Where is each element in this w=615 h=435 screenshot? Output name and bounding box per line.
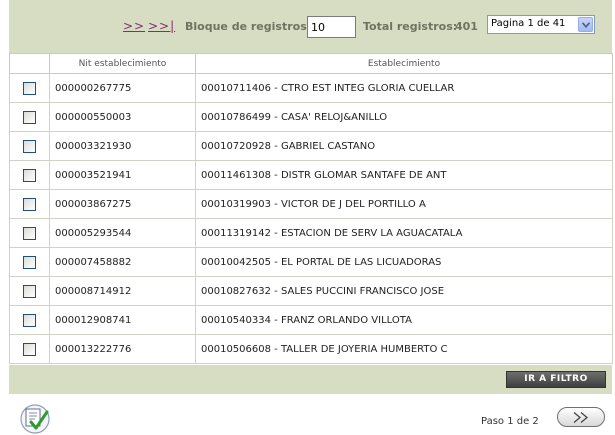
chevron-down-icon[interactable] [578, 17, 593, 32]
table-row: 000003521941 00011461308 - DISTR GLOMAR … [9, 160, 613, 190]
step-indicator: Paso 1 de 2 [481, 416, 539, 427]
row-select-cell [9, 218, 50, 248]
establishment-cell: 00010711406 - CTRO EST INTEG GLORIA CUEL… [195, 73, 613, 103]
row-select-cell [9, 102, 50, 132]
nit-cell: 000008714912 [49, 276, 196, 306]
row-checkbox[interactable] [23, 255, 36, 269]
row-checkbox[interactable] [23, 226, 36, 240]
establishment-cell: 00010720928 - GABRIEL CASTANO [195, 131, 613, 161]
row-checkbox[interactable] [23, 197, 36, 211]
total-records-value: 401 [455, 20, 478, 33]
page-select-value: Pagina 1 de 41 [491, 18, 566, 29]
row-checkbox[interactable] [23, 168, 36, 182]
row-checkbox[interactable] [23, 110, 36, 124]
nit-cell: 000000267775 [49, 73, 196, 103]
table-footer-bar: IR A FILTRO [9, 365, 612, 394]
table-row: 000005293544 00011319142 - ESTACION DE S… [9, 218, 613, 248]
row-select-cell [9, 305, 50, 335]
next-step-button[interactable] [557, 407, 605, 427]
nit-cell: 000013222776 [49, 334, 196, 364]
nit-cell: 000012908741 [49, 305, 196, 335]
row-checkbox[interactable] [23, 284, 36, 298]
establishment-cell: 00010786499 - CASA' RELOJ&ANILLO [195, 102, 613, 132]
checklist-icon[interactable] [19, 403, 51, 434]
row-select-cell [9, 73, 50, 103]
table-row: 000000267775 00010711406 - CTRO EST INTE… [9, 73, 613, 103]
nit-cell: 000000550003 [49, 102, 196, 132]
table-row: 000012908741 00010540334 - FRANZ ORLANDO… [9, 305, 613, 335]
nit-cell: 000003321930 [49, 131, 196, 161]
establishment-cell: 00011461308 - DISTR GLOMAR SANTAFE DE AN… [195, 160, 613, 190]
last-page-link[interactable]: >>| [148, 19, 175, 33]
row-checkbox[interactable] [23, 139, 36, 153]
establishment-cell: 00010319903 - VICTOR DE J DEL PORTILLO A [195, 189, 613, 219]
table-row: 000008714912 00010827632 - SALES PUCCINI… [9, 276, 613, 306]
row-select-cell [9, 160, 50, 190]
row-checkbox[interactable] [23, 342, 36, 356]
establishment-cell: 00010540334 - FRANZ ORLANDO VILLOTA [195, 305, 613, 335]
nit-cell: 000005293544 [49, 218, 196, 248]
double-chevron-right-icon [573, 412, 589, 423]
table-row: 000003867275 00010319903 - VICTOR DE J D… [9, 189, 613, 219]
row-select-cell [9, 131, 50, 161]
nit-cell: 000003867275 [49, 189, 196, 219]
next-page-link[interactable]: >> [123, 19, 145, 33]
establishment-cell: 00010042505 - EL PORTAL DE LAS LICUADORA… [195, 247, 613, 277]
establishment-cell: 00010827632 - SALES PUCCINI FRANCISCO JO… [195, 276, 613, 306]
block-size-input[interactable] [307, 16, 356, 38]
table-row: 000007458882 00010042505 - EL PORTAL DE … [9, 247, 613, 277]
nit-column-header[interactable]: Nit establecimiento [49, 53, 196, 74]
row-select-cell [9, 247, 50, 277]
row-select-cell [9, 334, 50, 364]
establishment-cell: 00010506608 - TALLER DE JOYERIA HUMBERTO… [195, 334, 613, 364]
row-checkbox[interactable] [23, 313, 36, 327]
table-row: 000013222776 00010506608 - TALLER DE JOY… [9, 334, 613, 364]
establishment-column-header[interactable]: Establecimiento [195, 53, 613, 74]
table-row: 000003321930 00010720928 - GABRIEL CASTA… [9, 131, 613, 161]
block-size-label: Bloque de registros: [185, 20, 312, 33]
nit-cell: 000003521941 [49, 160, 196, 190]
nit-cell: 000007458882 [49, 247, 196, 277]
table-row: 000000550003 00010786499 - CASA' RELOJ&A… [9, 102, 613, 132]
select-column-header [9, 53, 50, 74]
total-records-label: Total registros: [363, 20, 458, 33]
row-checkbox[interactable] [23, 81, 36, 95]
table-header-row: Nit establecimiento Establecimiento [9, 53, 613, 74]
row-select-cell [9, 276, 50, 306]
go-to-filter-button[interactable]: IR A FILTRO [506, 371, 606, 388]
page-select[interactable]: Pagina 1 de 41 [487, 15, 595, 34]
row-select-cell [9, 189, 50, 219]
establishments-table: Nit establecimiento Establecimiento 0000… [9, 53, 613, 364]
establishment-cell: 00011319142 - ESTACION DE SERV LA AGUACA… [195, 218, 613, 248]
pagination-toolbar: >> >>| Bloque de registros: Total regist… [9, 0, 612, 53]
